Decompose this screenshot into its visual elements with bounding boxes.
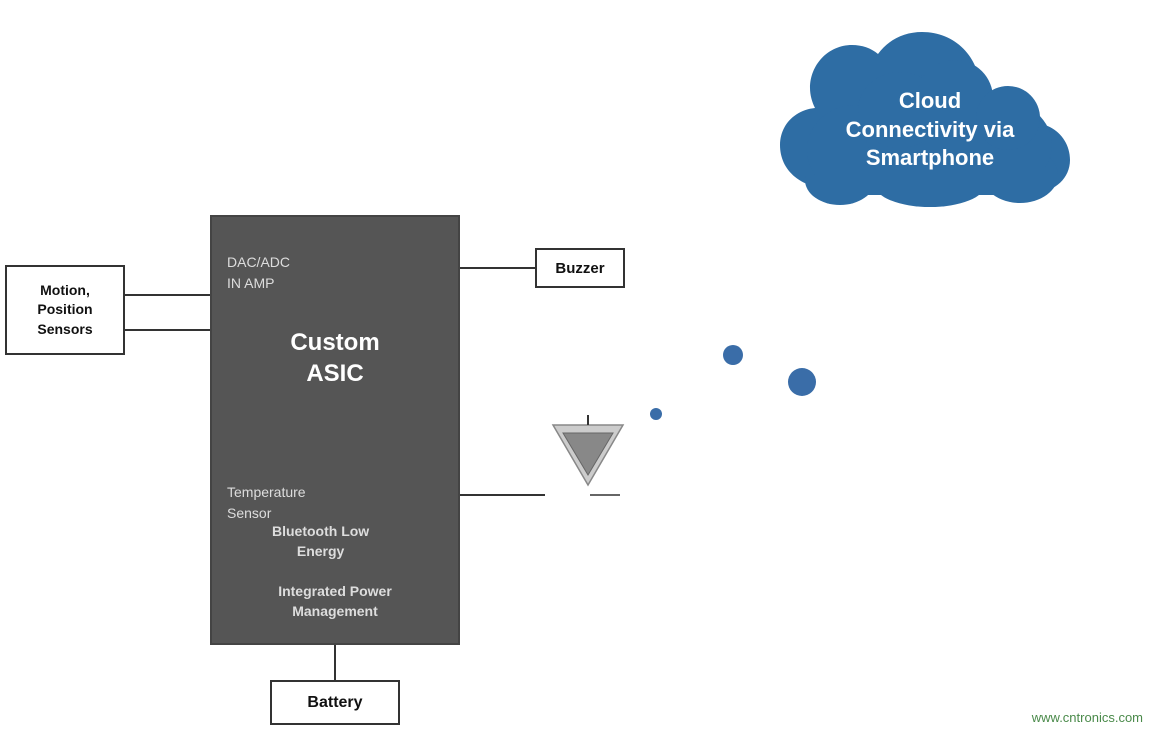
power-label: Integrated Power Management xyxy=(212,582,458,621)
power-line2: Management xyxy=(292,603,378,619)
signal-dot-large xyxy=(788,368,816,396)
sensors-line2: Position xyxy=(37,301,92,317)
buzzer-label: Buzzer xyxy=(555,260,604,277)
sensors-box: Motion, Position Sensors xyxy=(5,265,125,355)
asic-label-line2: ASIC xyxy=(306,360,363,387)
battery-box: Battery xyxy=(270,680,400,725)
cloud-text: Cloud Connectivity via Smartphone xyxy=(830,87,1030,173)
cloud-shape: Cloud Connectivity via Smartphone xyxy=(780,30,1080,230)
signal-dot-small xyxy=(650,408,662,420)
dac-line1: DAC/ADC xyxy=(227,254,290,270)
sensors-line1: Motion, xyxy=(40,282,90,298)
cloud-line1: Cloud xyxy=(899,88,961,113)
sensors-line3: Sensors xyxy=(37,321,92,337)
asic-label-line1: Custom xyxy=(290,329,379,356)
buzzer-box: Buzzer xyxy=(535,248,625,288)
sensors-text: Motion, Position Sensors xyxy=(37,281,92,340)
cloud-line2: Connectivity via xyxy=(846,117,1015,142)
ble-line2: Energy xyxy=(297,543,344,559)
temp-line2: Sensor xyxy=(227,505,271,521)
signal-dot-medium xyxy=(723,345,743,365)
cloud-line3: Smartphone xyxy=(866,145,994,170)
watermark-text: www.cntronics.com xyxy=(1032,710,1143,725)
antenna-icon xyxy=(548,415,628,495)
battery-label: Battery xyxy=(307,694,362,712)
dac-line2: IN AMP xyxy=(227,275,274,291)
power-line1: Integrated Power xyxy=(278,583,392,599)
temp-label: Temperature Sensor xyxy=(227,482,306,524)
watermark: www.cntronics.com xyxy=(1032,710,1143,725)
temp-line1: Temperature xyxy=(227,484,306,500)
asic-label: Custom ASIC xyxy=(212,327,458,389)
ble-line1: Bluetooth Low xyxy=(272,523,369,539)
ble-label: Bluetooth Low Energy xyxy=(272,522,369,561)
dac-label: DAC/ADC IN AMP xyxy=(227,252,290,294)
asic-block: DAC/ADC IN AMP Custom ASIC Temperature S… xyxy=(210,215,460,645)
